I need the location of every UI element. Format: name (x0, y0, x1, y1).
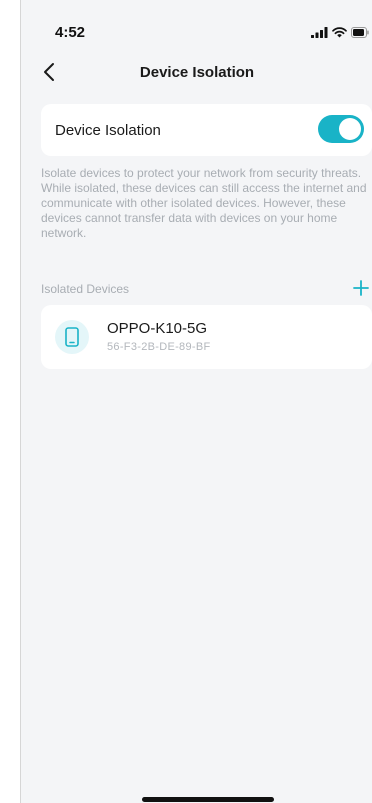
isolated-devices-title: Isolated Devices (41, 282, 130, 296)
battery-icon (351, 26, 369, 38)
plus-icon (353, 280, 369, 296)
device-isolation-toggle[interactable] (318, 115, 364, 143)
wifi-icon (332, 26, 347, 37)
status-bar: 4:52 (21, 0, 372, 50)
device-isolation-label: Device Isolation (55, 122, 161, 139)
page-title: Device Isolation (139, 64, 255, 81)
device-mac-address: 56-F3-2B-DE-89-BF (107, 341, 211, 353)
isolated-devices-header: Isolated Devices (41, 280, 372, 300)
device-isolation-setting: Device Isolation (41, 104, 372, 156)
smartphone-icon (65, 327, 79, 347)
status-icons (311, 25, 369, 39)
home-indicator[interactable] (142, 797, 274, 802)
status-time: 4:52 (55, 24, 86, 41)
app-screen: 4:52 Device Isolation Device Isolation I… (20, 0, 372, 803)
isolation-description: Isolate devices to protect your network … (41, 166, 367, 240)
add-device-button[interactable] (351, 278, 371, 298)
device-icon-badge (55, 320, 89, 354)
device-name: OPPO-K10-5G (107, 320, 208, 337)
nav-bar: Device Isolation (21, 52, 372, 92)
isolated-device-item[interactable]: OPPO-K10-5G 56-F3-2B-DE-89-BF (41, 305, 372, 369)
toggle-knob (339, 118, 361, 140)
cellular-signal-icon (311, 26, 328, 38)
